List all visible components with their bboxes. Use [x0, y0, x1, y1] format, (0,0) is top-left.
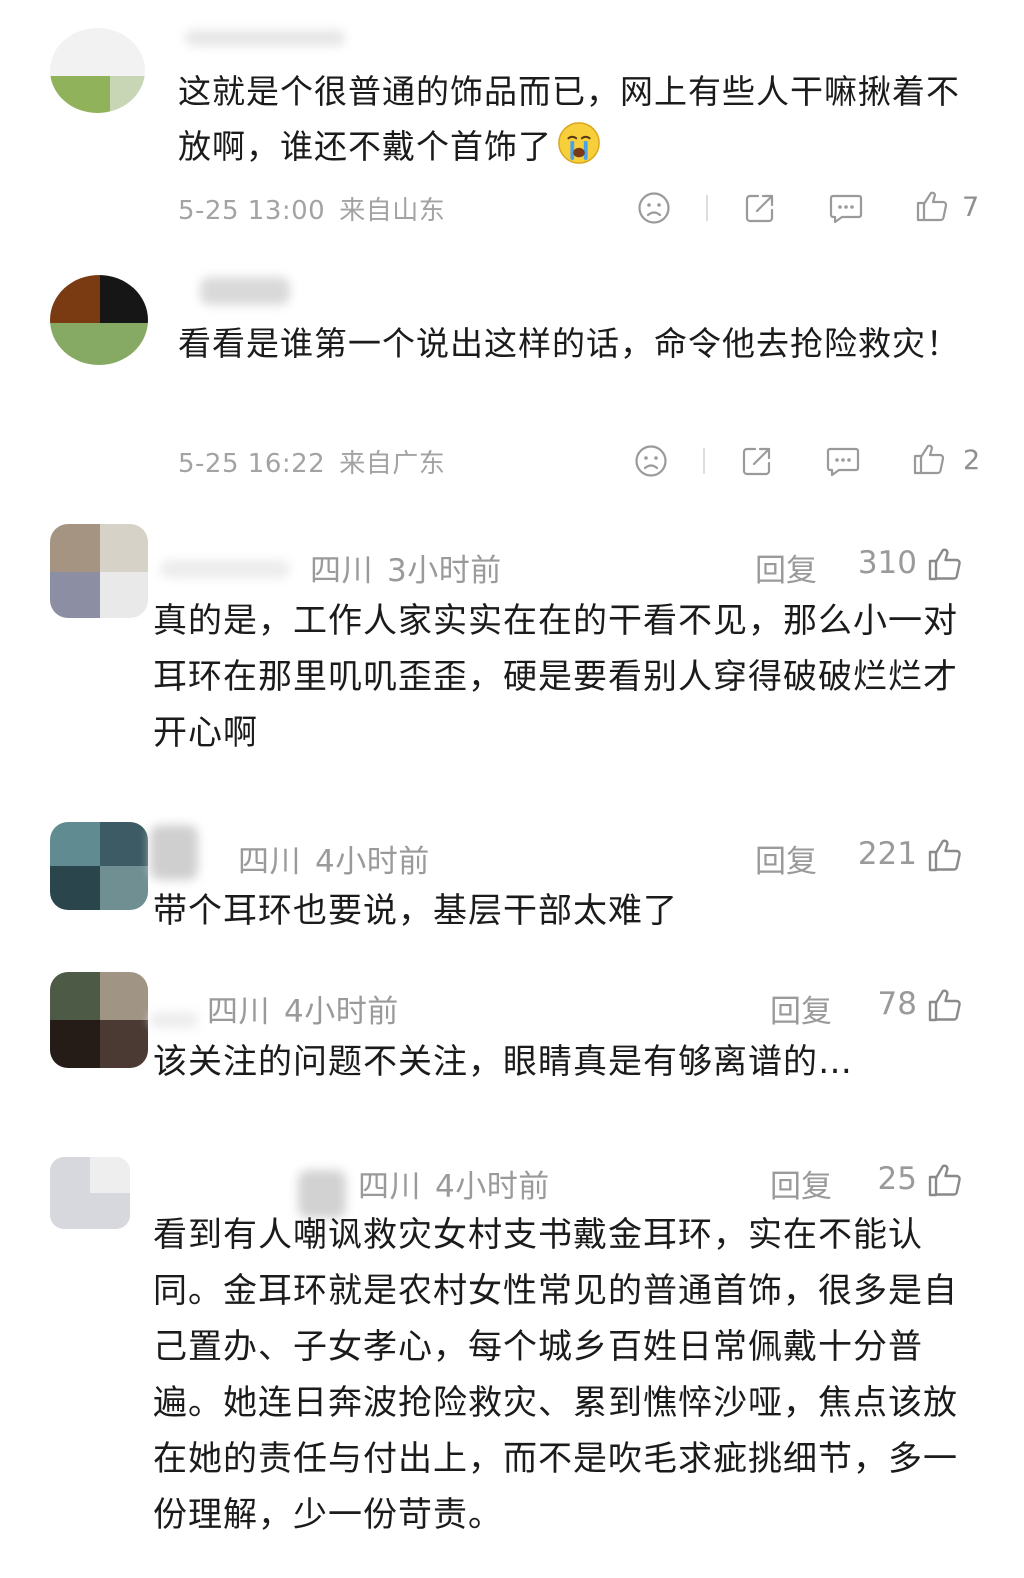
comment-meta: 5-25 16:22 来自广东: [178, 443, 445, 480]
comment-location: 四川: [238, 844, 301, 880]
reply-button[interactable]: 回复: [755, 545, 817, 590]
like-count: 221: [857, 836, 917, 872]
avatar[interactable]: [50, 822, 148, 910]
like-count: 7: [962, 192, 980, 223]
avatar[interactable]: [50, 275, 148, 365]
avatar[interactable]: [50, 28, 145, 113]
comment-text: 看到有人嘲讽救灾女村支书戴金耳环，实在不能认同。金耳环就是农村女性常见的普通首饰…: [153, 1215, 958, 1535]
divider: [706, 195, 708, 221]
thumbs-up-icon[interactable]: [926, 1161, 964, 1199]
avatar[interactable]: [50, 972, 148, 1068]
comment-location: 来自广东: [339, 449, 446, 479]
comment-text: 该关注的问题不关注，眼睛真是有够离谱的…: [153, 1042, 853, 1082]
frown-face-icon[interactable]: [633, 443, 669, 479]
avatar[interactable]: [50, 1157, 130, 1229]
comment-icon[interactable]: [828, 190, 864, 226]
thumbs-up-icon[interactable]: [914, 188, 950, 224]
username[interactable]: [150, 1012, 198, 1028]
comment-date: 5-25 13:00: [178, 196, 326, 226]
frown-face-icon[interactable]: [636, 190, 672, 226]
comment-time: 4小时前: [435, 1169, 550, 1205]
comment-meta: 5-25 13:00 来自山东: [178, 190, 445, 227]
share-icon[interactable]: [739, 443, 775, 479]
thumbs-up-icon[interactable]: [926, 545, 964, 583]
comment-location: 四川: [310, 553, 373, 589]
share-icon[interactable]: [742, 190, 778, 226]
comment-meta: 四川 4小时前: [238, 836, 430, 881]
like-count: 2: [963, 445, 981, 476]
comment-time: 4小时前: [315, 844, 430, 880]
thumbs-up-icon[interactable]: [911, 441, 947, 477]
comment-location: 来自山东: [339, 196, 446, 226]
thumbs-up-icon[interactable]: [926, 986, 964, 1024]
comment-time: 3小时前: [387, 553, 502, 589]
comment-meta: 四川 4小时前: [358, 1161, 550, 1206]
comment-text: 真的是，工作人家实实在在的干看不见，那么小一对耳环在那里叽叽歪歪，硬是要看别人穿…: [153, 601, 958, 753]
comment-location: 四川: [358, 1169, 421, 1205]
thumbs-up-icon[interactable]: [926, 836, 964, 874]
comment-text: 这就是个很普通的饰品而已，网上有些人干嘛揪着不放啊，谁还不戴个首饰了: [178, 72, 960, 166]
comment-location: 四川: [207, 994, 270, 1030]
reply-button[interactable]: 回复: [770, 1161, 832, 1206]
comment-meta: 四川 4小时前: [207, 986, 399, 1031]
reply-button[interactable]: 回复: [755, 836, 817, 881]
username[interactable]: [185, 30, 345, 46]
reply-button[interactable]: 回复: [770, 986, 832, 1031]
like-count: 310: [857, 545, 917, 581]
comment-icon[interactable]: [825, 443, 861, 479]
crying-face-icon: [558, 122, 600, 164]
username[interactable]: [150, 825, 198, 880]
like-count: 78: [877, 986, 917, 1022]
like-count: 25: [877, 1161, 917, 1197]
username[interactable]: [200, 277, 290, 305]
comment-text: 带个耳环也要说，基层干部太难了: [153, 891, 678, 931]
comment-date: 5-25 16:22: [178, 449, 326, 479]
comment-meta: 四川 3小时前: [310, 545, 502, 590]
comment-time: 4小时前: [284, 994, 399, 1030]
divider: [703, 448, 705, 474]
comment-text: 看看是谁第一个说出这样的话，命令他去抢险救灾！: [178, 324, 960, 363]
username[interactable]: [160, 560, 290, 578]
avatar[interactable]: [50, 524, 148, 618]
